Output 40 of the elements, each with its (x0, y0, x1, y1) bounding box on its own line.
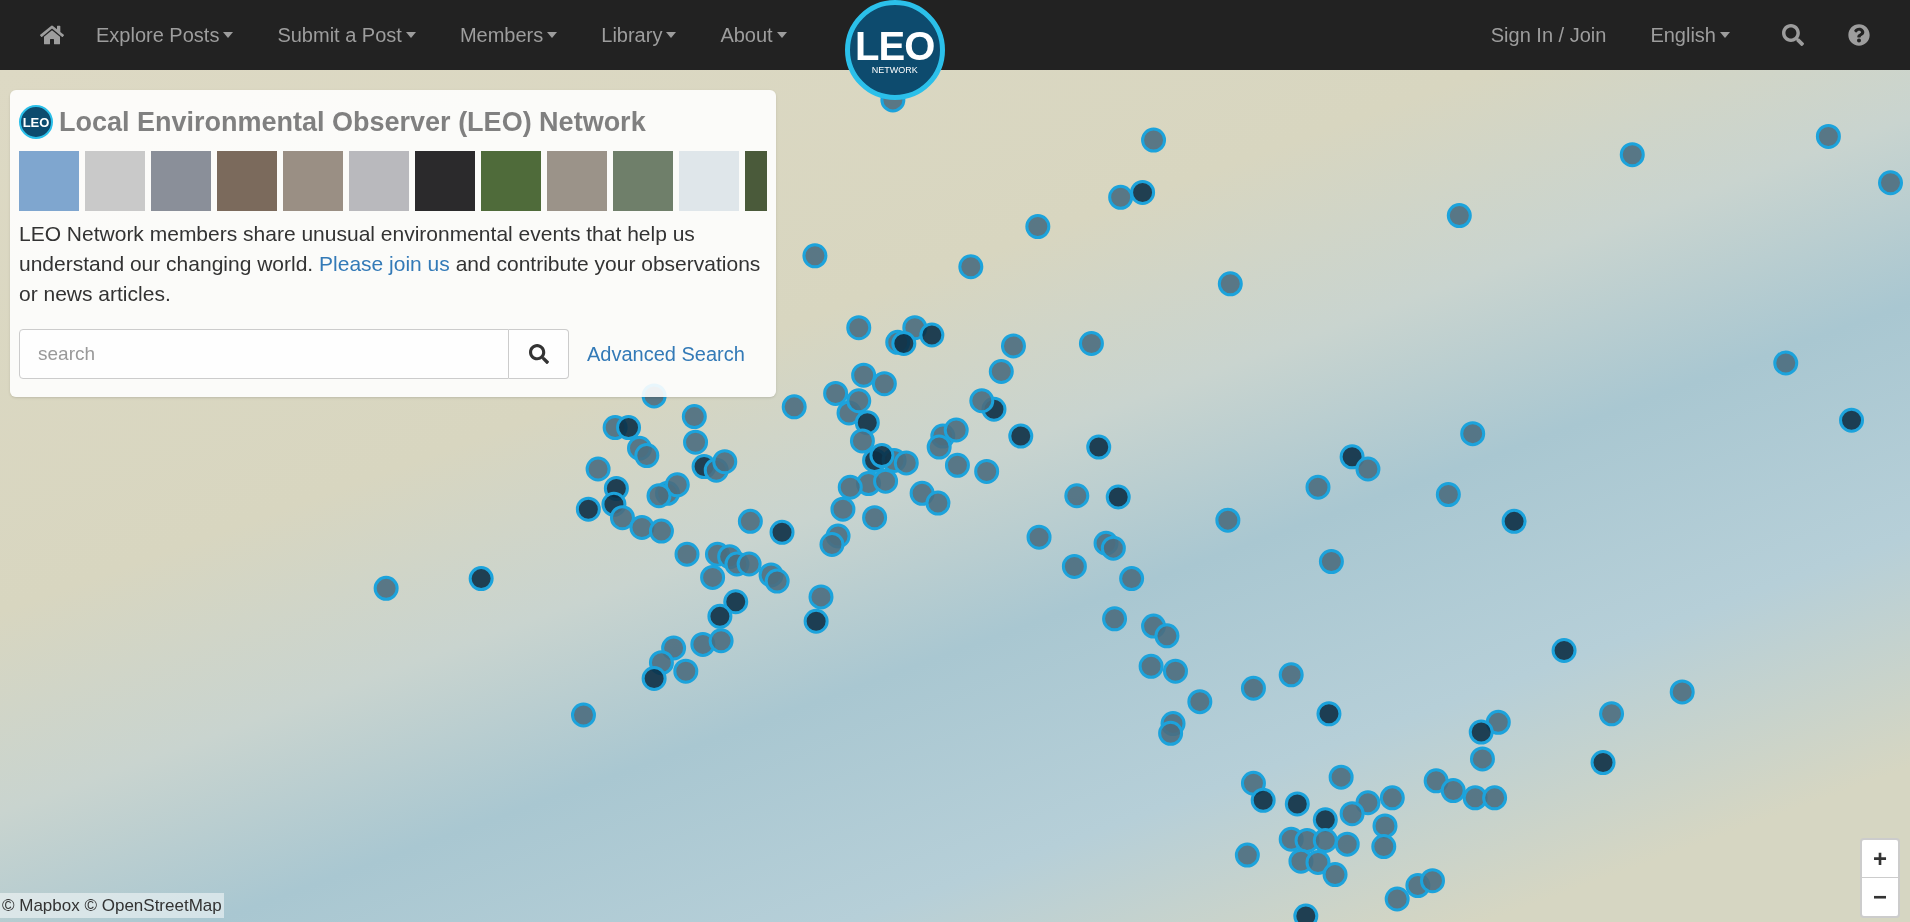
caret-icon (1720, 32, 1730, 38)
caret-icon (776, 32, 787, 38)
caret-icon (405, 32, 416, 38)
intro-paragraph: LEO Network members share unusual environmental events that help us understand our changing world. Please join us and contribute your observations or news articles. (19, 220, 762, 307)
nav-link[interactable]: Submit a Post (277, 20, 416, 50)
card-title: Local Environmental Observer (LEO) Network (59, 106, 646, 139)
leo-logo-icon: LEO (19, 105, 53, 140)
join-link[interactable]: Please join us (319, 251, 450, 275)
photo-placeholder[interactable] (481, 150, 541, 211)
photo-placeholder[interactable] (19, 150, 79, 211)
photo-placeholder[interactable] (547, 150, 607, 211)
nav-link[interactable]: Members (459, 20, 558, 50)
nav-link[interactable]: About (720, 20, 787, 50)
home-icon[interactable] (40, 23, 64, 47)
photo-placeholder[interactable] (613, 150, 673, 211)
search-icon (528, 343, 549, 364)
nav-link[interactable]: Library (601, 20, 677, 50)
photo-placeholder[interactable] (217, 150, 277, 211)
advanced-search-link[interactable]: Advanced Search (587, 338, 745, 369)
search-button[interactable] (509, 328, 569, 379)
photo-placeholder[interactable] (415, 150, 475, 211)
caret-icon (223, 32, 234, 38)
nav-link[interactable]: Sign In / Join (1490, 20, 1607, 50)
search-icon[interactable] (1782, 24, 1804, 46)
photo-placeholder[interactable] (745, 150, 767, 211)
photo-placeholder[interactable] (349, 150, 409, 211)
photo-placeholder[interactable] (151, 150, 211, 211)
nav-link[interactable]: English (1650, 20, 1730, 50)
photo-placeholder[interactable] (283, 150, 343, 211)
photo-placeholder[interactable] (679, 150, 739, 211)
search-field[interactable]: search (19, 328, 509, 379)
zoom-out-button[interactable]: − (1862, 878, 1898, 916)
caret-icon (547, 32, 558, 38)
zoom-in-button[interactable]: + (1862, 840, 1898, 878)
caret-icon (666, 32, 677, 38)
photo-placeholder[interactable] (85, 150, 145, 211)
help-icon[interactable] (1848, 24, 1870, 46)
nav-link[interactable]: Explore Posts (96, 20, 234, 50)
leo-network-logo[interactable]: LEO NETWORK (844, 0, 945, 100)
map-attribution: © Mapbox © OpenStreetMap (0, 892, 224, 918)
